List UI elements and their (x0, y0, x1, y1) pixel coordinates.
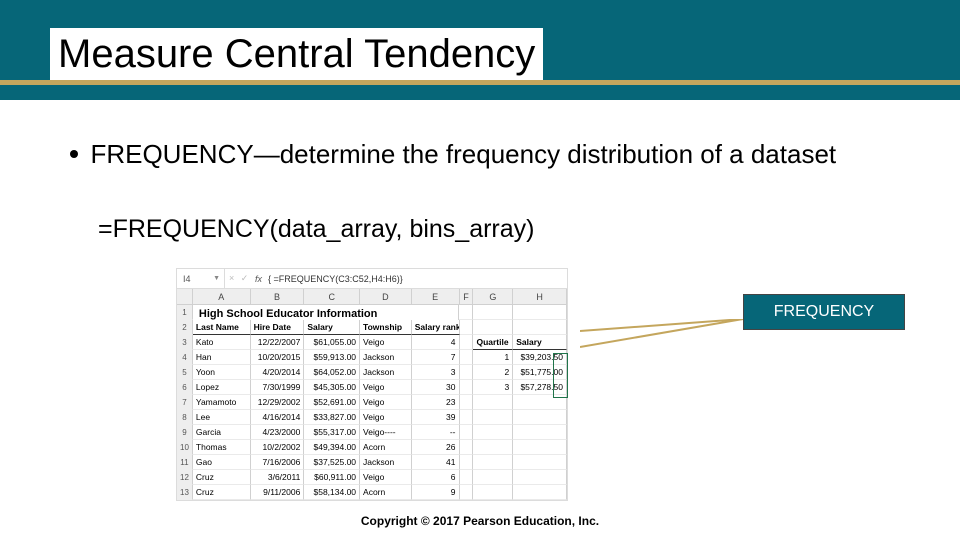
sub-bullet: =FREQUENCY(data_array, bins_array) (98, 215, 535, 244)
table-row: 9 Garcia 4/23/2000 $55,317.00 Veigo---- … (177, 425, 567, 440)
table-row: 8 Lee 4/16/2014 $33,827.00 Veigo 39 (177, 410, 567, 425)
table-row: 10 Thomas 10/2/2002 $49,394.00 Acorn 26 (177, 440, 567, 455)
bullet-text: FREQUENCY—determine the frequency distri… (90, 138, 910, 171)
callout-label: FREQUENCY (743, 294, 905, 330)
table-row: 2 Last Name Hire Date Salary Township Sa… (177, 320, 567, 335)
accent-bar (0, 80, 960, 85)
name-box: I4 ▼ (177, 269, 225, 288)
column-headers: A B C D E F G H (177, 289, 567, 305)
bullet-item: FREQUENCY—determine the frequency distri… (70, 138, 910, 171)
formula-text: { =FREQUENCY(C3:C52,H4:H6)} (268, 274, 403, 284)
table-row: 1 High School Educator Information (177, 305, 567, 320)
title-band: Measure Central Tendency (0, 0, 960, 100)
table-row: 11 Gao 7/16/2006 $37,525.00 Jackson 41 (177, 455, 567, 470)
table-row: 7 Yamamoto 12/29/2002 $52,691.00 Veigo 2… (177, 395, 567, 410)
fx-icons: × ✓ (225, 273, 255, 284)
chevron-down-icon: ▼ (213, 275, 220, 282)
table-row: 12 Cruz 3/6/2011 $60,911.00 Veigo 6 (177, 470, 567, 485)
slide-title: Measure Central Tendency (50, 28, 543, 81)
table-row: 13 Cruz 9/11/2006 $58,134.00 Acorn 9 (177, 485, 567, 500)
fx-label: fx (255, 274, 262, 284)
cell-ref: I4 (183, 274, 191, 284)
table-row: 4 Han 10/20/2015 $59,913.00 Jackson 7 1 … (177, 350, 567, 365)
formula-bar: I4 ▼ × ✓ fx { =FREQUENCY(C3:C52,H4:H6)} (177, 269, 567, 289)
table-row: 6 Lopez 7/30/1999 $45,305.00 Veigo 30 3 … (177, 380, 567, 395)
table-row: 3 Kato 12/22/2007 $61,055.00 Veigo 4 Qua… (177, 335, 567, 350)
copyright: Copyright © 2017 Pearson Education, Inc. (0, 514, 960, 528)
table-row: 5 Yoon 4/20/2014 $64,052.00 Jackson 3 2 … (177, 365, 567, 380)
bullet-icon (70, 150, 78, 158)
callout-connector (580, 319, 746, 359)
excel-screenshot: I4 ▼ × ✓ fx { =FREQUENCY(C3:C52,H4:H6)} … (176, 268, 568, 501)
